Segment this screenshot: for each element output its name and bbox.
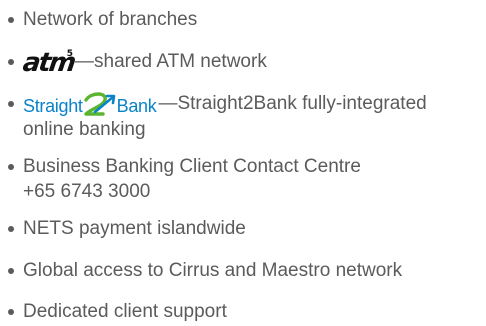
list-item-text: Network of branches <box>23 9 198 30</box>
bullet-icon <box>8 309 14 315</box>
list-item-text: —shared ATM network <box>75 51 267 72</box>
list-item-nets-payment: NETS payment islandwide <box>4 216 482 241</box>
list-item-network-of-branches: Network of branches <box>4 7 482 32</box>
list-item-text-line1: Business Banking Client Contact Centre <box>23 156 361 177</box>
bullet-icon <box>8 17 14 23</box>
list-item-content: atm 5 —shared ATM network <box>21 48 482 78</box>
list-item-client-contact-centre: Business Banking Client Contact Centre +… <box>4 154 482 204</box>
straight2bank-logo-right: Bank <box>116 96 157 116</box>
atm-logo-superscript: 5 <box>66 49 73 59</box>
list-item-dedicated-support: Dedicated client support <box>4 299 482 324</box>
feature-list: Network of branches atm 5 —shared ATM ne… <box>0 0 486 326</box>
straight2bank-logo: Straight Bank <box>23 92 157 117</box>
list-item-text-line1: —Straight2Bank fully-integrated <box>158 93 427 114</box>
bullet-icon <box>8 59 14 65</box>
bullet-icon <box>8 226 14 232</box>
atm5-logo: atm 5 <box>21 48 76 78</box>
phone-number: +65 6743 3000 <box>23 181 151 202</box>
list-item-text: Dedicated client support <box>23 301 227 322</box>
straight2bank-logo-left: Straight <box>23 96 83 116</box>
bullet-icon <box>8 268 14 274</box>
bullet-icon <box>8 101 14 107</box>
list-item-global-access: Global access to Cirrus and Maestro netw… <box>4 258 482 283</box>
list-item-text: Global access to Cirrus and Maestro netw… <box>23 260 403 281</box>
list-item-text: NETS payment islandwide <box>23 218 246 239</box>
list-item-straight2bank: Straight Bank —Straight2Bank fully-integ… <box>4 91 482 142</box>
list-item-text-line2: online banking <box>23 119 146 140</box>
list-item-atm5: atm 5 —shared ATM network <box>4 48 482 78</box>
list-item-content: Business Banking Client Contact Centre +… <box>23 154 482 204</box>
list-item-content: Straight Bank —Straight2Bank fully-integ… <box>23 91 482 142</box>
straight2bank-two-icon <box>83 92 115 116</box>
bullet-icon <box>8 164 14 170</box>
